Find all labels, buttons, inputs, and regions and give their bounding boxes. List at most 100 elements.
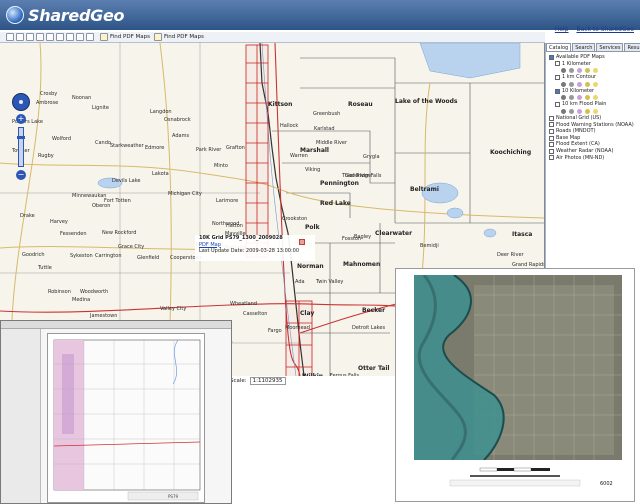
place-label: Fessenden bbox=[60, 231, 87, 237]
layer-item[interactable]: 10 km Flood Plain bbox=[549, 101, 637, 108]
style-swatch-icon[interactable] bbox=[585, 108, 590, 114]
layer-label: Flood Extent (CA) bbox=[556, 141, 600, 148]
popup-close-icon[interactable] bbox=[299, 239, 305, 245]
layer-item[interactable]: 10 Kilometer bbox=[549, 88, 637, 95]
place-label: Oberon bbox=[92, 203, 111, 209]
layer-item[interactable]: National Grid (US) bbox=[549, 115, 637, 122]
layer-item[interactable]: Roads (MNDOT) bbox=[549, 128, 637, 135]
aerial-legend-scale bbox=[449, 467, 581, 487]
style-swatch-icon[interactable] bbox=[569, 68, 574, 74]
place-label: Woodworth bbox=[80, 289, 109, 295]
layer-checkbox[interactable] bbox=[555, 88, 560, 94]
style-swatch-icon[interactable] bbox=[585, 81, 590, 87]
place-label: Crosby bbox=[40, 91, 58, 97]
layer-item[interactable]: Available PDF Maps bbox=[549, 54, 637, 61]
style-swatch-icon[interactable] bbox=[593, 108, 598, 114]
place-label: Moorhead bbox=[285, 325, 310, 331]
zoom-out-tool-icon[interactable] bbox=[26, 33, 34, 41]
topo-map-sheet: PS79 bbox=[47, 333, 205, 503]
scale-input[interactable]: 1:1102935 bbox=[249, 377, 286, 385]
place-label: Noonan bbox=[72, 95, 92, 101]
style-swatch-icon[interactable] bbox=[577, 81, 582, 87]
tab-search[interactable]: Search bbox=[572, 43, 596, 51]
sharedgeo-logo[interactable]: SharedGeo bbox=[6, 4, 124, 26]
next-extent-icon[interactable] bbox=[86, 33, 94, 41]
layer-checkbox[interactable] bbox=[549, 135, 554, 141]
layer-item[interactable]: Base Map bbox=[549, 135, 637, 142]
topo-sheet-label: PS79 bbox=[168, 494, 179, 499]
style-swatch-icon[interactable] bbox=[561, 81, 566, 87]
place-label: Middle River bbox=[316, 140, 348, 146]
tab-results[interactable]: Results bbox=[624, 43, 640, 51]
layer-checkbox[interactable] bbox=[549, 115, 554, 121]
style-swatch-icon[interactable] bbox=[577, 95, 582, 101]
layer-checkbox[interactable] bbox=[555, 102, 560, 108]
pdf-icon bbox=[100, 33, 108, 41]
zoom-slider[interactable] bbox=[17, 127, 25, 167]
layer-style-swatches bbox=[549, 95, 637, 101]
aerial-map-legend bbox=[440, 466, 590, 488]
identify-tool-icon[interactable] bbox=[46, 33, 54, 41]
zoom-extent-icon[interactable] bbox=[6, 33, 14, 41]
layer-checkbox[interactable] bbox=[555, 74, 560, 80]
layer-item[interactable]: 1 Kilometer bbox=[549, 61, 637, 68]
style-swatch-icon[interactable] bbox=[561, 95, 566, 101]
county-label: Red Lake bbox=[320, 200, 351, 207]
style-swatch-icon[interactable] bbox=[577, 108, 582, 114]
layer-checkbox[interactable] bbox=[549, 122, 554, 128]
back-link[interactable]: Back to SharedGeo bbox=[576, 26, 634, 33]
county-label: Becker bbox=[362, 307, 386, 314]
style-swatch-icon[interactable] bbox=[577, 68, 582, 74]
layer-checkbox[interactable] bbox=[549, 148, 554, 154]
place-label: Grafton bbox=[226, 145, 245, 151]
place-label: Carrington bbox=[95, 253, 122, 259]
layer-item[interactable]: Flood Warning Stations (NOAA) bbox=[549, 122, 637, 129]
layer-item[interactable]: Weather Radar (NOAA) bbox=[549, 148, 637, 155]
aerial-photo-frame bbox=[414, 275, 622, 460]
zoom-out-icon[interactable]: − bbox=[16, 170, 26, 180]
style-swatch-icon[interactable] bbox=[569, 108, 574, 114]
style-swatch-icon[interactable] bbox=[585, 95, 590, 101]
pan-control-icon[interactable] bbox=[12, 93, 30, 111]
style-swatch-icon[interactable] bbox=[569, 95, 574, 101]
county-label: Otter Tail bbox=[358, 365, 390, 372]
place-label: Northwood bbox=[212, 221, 240, 227]
pdf-map-preview-aerial: 6002 bbox=[395, 268, 635, 502]
style-swatch-icon[interactable] bbox=[593, 68, 598, 74]
place-label: Rugby bbox=[38, 153, 54, 159]
layer-item[interactable]: Flood Extent (CA) bbox=[549, 141, 637, 148]
county-label: Koochiching bbox=[490, 149, 532, 156]
zoom-in-tool-icon[interactable] bbox=[16, 33, 24, 41]
layer-checkbox[interactable] bbox=[555, 61, 560, 67]
place-label: Langdon bbox=[150, 109, 172, 115]
layer-checkbox[interactable] bbox=[549, 54, 554, 60]
find-pdf-maps-button[interactable]: Find PDF Maps bbox=[100, 33, 150, 41]
county-label: Polk bbox=[305, 224, 320, 231]
pan-tool-icon[interactable] bbox=[36, 33, 44, 41]
layer-checkbox[interactable] bbox=[549, 142, 554, 148]
zoom-in-icon[interactable]: + bbox=[16, 114, 26, 124]
place-label: New Rockford bbox=[102, 230, 137, 236]
layer-checkbox[interactable] bbox=[549, 155, 554, 161]
style-swatch-icon[interactable] bbox=[585, 68, 590, 74]
globe-icon bbox=[6, 6, 24, 24]
style-swatch-icon[interactable] bbox=[593, 81, 598, 87]
style-swatch-icon[interactable] bbox=[561, 108, 566, 114]
layer-item[interactable]: 1 km Contour bbox=[549, 74, 637, 81]
measure-tool-icon[interactable] bbox=[56, 33, 64, 41]
tab-catalog[interactable]: Catalog bbox=[546, 43, 572, 51]
place-label: Cando bbox=[95, 140, 111, 146]
previous-extent-icon[interactable] bbox=[76, 33, 84, 41]
tab-services[interactable]: Services bbox=[596, 43, 624, 51]
layer-style-swatches bbox=[549, 108, 637, 114]
layer-label: Base Map bbox=[556, 134, 581, 141]
help-link[interactable]: Help bbox=[555, 26, 569, 33]
county-label: Clearwater bbox=[375, 230, 413, 237]
style-swatch-icon[interactable] bbox=[569, 81, 574, 87]
find-pdf-maps-button-2[interactable]: Find PDF Maps bbox=[153, 33, 204, 41]
layer-item[interactable]: Air Photos (MN-ND) bbox=[549, 155, 637, 162]
style-swatch-icon[interactable] bbox=[593, 95, 598, 101]
print-icon[interactable] bbox=[66, 33, 74, 41]
layer-checkbox[interactable] bbox=[549, 128, 554, 134]
style-swatch-icon[interactable] bbox=[561, 68, 566, 74]
